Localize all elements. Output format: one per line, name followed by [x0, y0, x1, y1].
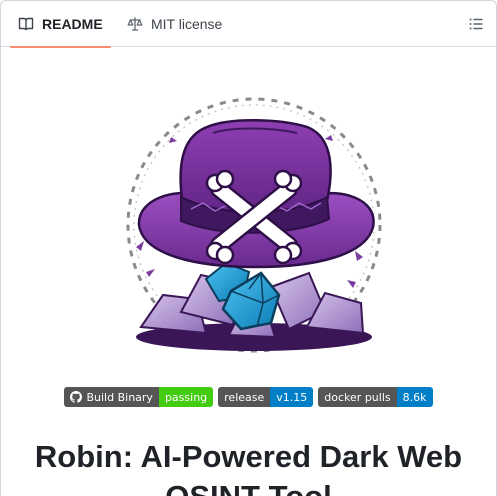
tab-readme[interactable]: README: [10, 1, 111, 48]
build-binary-badge[interactable]: Build Binary passing: [64, 387, 214, 407]
list-unordered-icon: [469, 18, 483, 30]
book-icon: [18, 17, 34, 31]
hat-crossbones-dice-logo: [126, 97, 382, 353]
readme-heading: Robin: AI-Powered Dark Web OSINT Tool: [34, 439, 463, 496]
badge-label: Build Binary: [64, 387, 159, 407]
badge-value: passing: [158, 387, 214, 407]
badge-label: release: [218, 387, 271, 407]
outline-button[interactable]: [464, 12, 488, 36]
docker-pulls-badge[interactable]: docker pulls 8.6k: [318, 387, 433, 407]
readme-content: Build Binary passing release v1.15 docke…: [1, 47, 496, 496]
tab-license[interactable]: MIT license: [119, 1, 230, 47]
badge-value: v1.15: [270, 387, 314, 407]
badge-label: docker pulls: [318, 387, 397, 407]
badge-row: Build Binary passing release v1.15 docke…: [1, 387, 496, 407]
badge-value: 8.6k: [396, 387, 433, 407]
badge-left-text: Build Binary: [86, 390, 153, 404]
readme-panel: README MIT license Build Binary passing …: [0, 0, 497, 496]
scale-icon: [127, 17, 143, 31]
tab-license-label: MIT license: [151, 16, 223, 32]
tab-bar: README MIT license: [1, 1, 496, 48]
tab-readme-label: README: [42, 16, 103, 32]
release-badge[interactable]: release v1.15: [218, 387, 314, 407]
github-icon: [70, 391, 83, 403]
